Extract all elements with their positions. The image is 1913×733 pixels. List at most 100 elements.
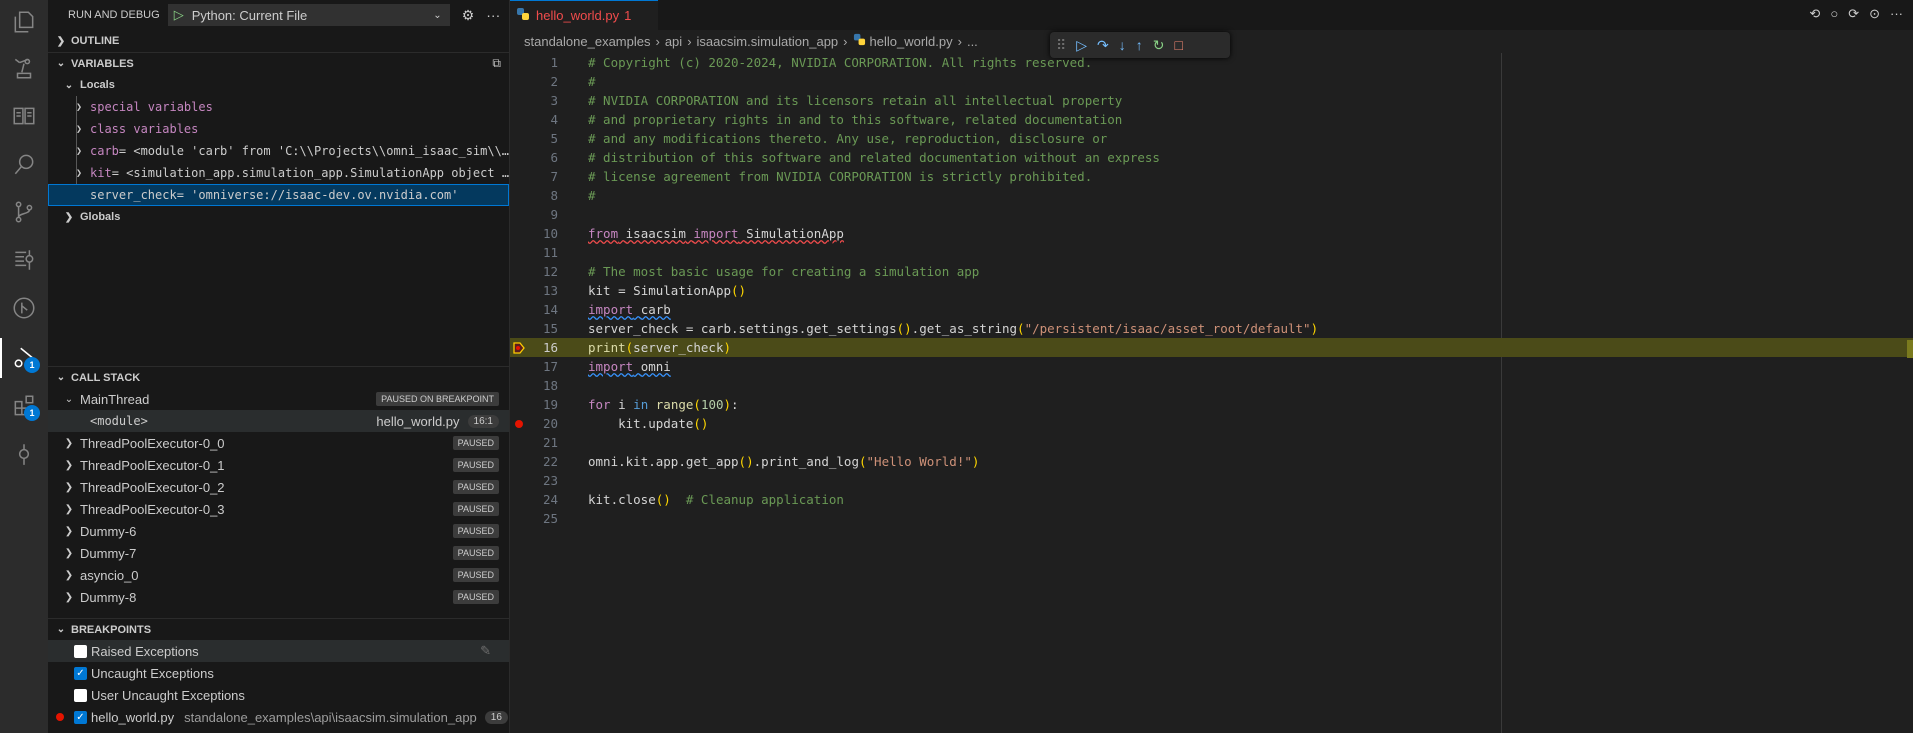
go-back-icon[interactable]: ⟲ bbox=[1809, 6, 1820, 22]
code-line[interactable]: 20 kit.update() bbox=[510, 414, 1913, 433]
variable-row[interactable]: ❯ class variables bbox=[48, 118, 509, 140]
more-actions-icon[interactable]: ··· bbox=[486, 7, 500, 23]
breadcrumb-item[interactable]: ... bbox=[967, 34, 978, 49]
thread-row[interactable]: ❯ThreadPoolExecutor-0_0PAUSED bbox=[48, 432, 509, 454]
testing-icon[interactable] bbox=[0, 240, 48, 280]
book-icon[interactable] bbox=[0, 96, 48, 136]
code-line[interactable]: 8# bbox=[510, 186, 1913, 205]
code-line[interactable]: 2# bbox=[510, 72, 1913, 91]
checkbox[interactable] bbox=[74, 645, 87, 658]
file-breakpoint-row[interactable]: ✓hello_world.pystandalone_examples\api\i… bbox=[48, 728, 509, 733]
variables-section-header[interactable]: ⌄ VARIABLES ⧉ bbox=[48, 52, 509, 74]
line-number: 18 bbox=[510, 378, 558, 393]
extensions-icon[interactable]: 1 bbox=[0, 386, 48, 426]
stop-icon[interactable]: □ bbox=[1175, 37, 1183, 53]
go-forward-icon[interactable]: ⟳ bbox=[1848, 6, 1859, 22]
code-line[interactable]: 5# and any modifications thereto. Any us… bbox=[510, 129, 1913, 148]
current-breakpoint-icon[interactable] bbox=[513, 342, 525, 354]
gear-icon[interactable]: ⚙ bbox=[462, 7, 475, 24]
code-line[interactable]: 3# NVIDIA CORPORATION and its licensors … bbox=[510, 91, 1913, 110]
code-line[interactable]: 1# Copyright (c) 2020-2024, NVIDIA CORPO… bbox=[510, 53, 1913, 72]
stack-frame-row[interactable]: <module> hello_world.py 16:1 bbox=[48, 410, 509, 432]
code-line[interactable]: 7# license agreement from NVIDIA CORPORA… bbox=[510, 167, 1913, 186]
checkbox[interactable]: ✓ bbox=[74, 711, 87, 724]
breakpoints-section-header[interactable]: ⌄ BREAKPOINTS bbox=[48, 618, 509, 640]
drag-handle-icon[interactable]: ⠿ bbox=[1056, 37, 1066, 54]
code-line[interactable]: 24kit.close() # Cleanup application bbox=[510, 490, 1913, 509]
chevron-down-icon: ⌄ bbox=[433, 10, 441, 21]
chevron-right-icon: ❯ bbox=[62, 570, 76, 581]
variables-empty-space bbox=[48, 228, 509, 366]
code-line[interactable]: 15server_check = carb.settings.get_setti… bbox=[510, 319, 1913, 338]
thread-row[interactable]: ❯ThreadPoolExecutor-0_3PAUSED bbox=[48, 498, 509, 520]
thread-row[interactable]: ❯ThreadPoolExecutor-0_2PAUSED bbox=[48, 476, 509, 498]
variable-row[interactable]: ❯ carb = <module 'carb' from 'C:\\Projec… bbox=[48, 140, 509, 162]
search-icon[interactable] bbox=[0, 144, 48, 184]
commit-icon[interactable] bbox=[0, 434, 48, 474]
code-line[interactable]: 4# and proprietary rights in and to this… bbox=[510, 110, 1913, 129]
variable-row[interactable]: ❯ kit = <simulation_app.simulation_app.S… bbox=[48, 162, 509, 184]
step-out-icon[interactable]: ↑ bbox=[1136, 37, 1143, 53]
robot-arm-icon[interactable] bbox=[0, 48, 48, 88]
step-over-icon[interactable]: ↷ bbox=[1097, 37, 1109, 54]
code-line[interactable]: 10from isaacsim import SimulationApp bbox=[510, 224, 1913, 243]
git-graph-icon[interactable] bbox=[0, 288, 48, 328]
breadcrumb-item[interactable]: api bbox=[665, 34, 682, 49]
code-line[interactable]: 6# distribution of this software and rel… bbox=[510, 148, 1913, 167]
timeline-icon[interactable]: ○ bbox=[1830, 6, 1838, 22]
start-debugging-icon[interactable]: ▷ bbox=[174, 7, 184, 23]
more-actions-icon[interactable]: ··· bbox=[1890, 6, 1903, 22]
code-line[interactable]: 11 bbox=[510, 243, 1913, 262]
thread-row[interactable]: ❯asyncio_0PAUSED bbox=[48, 564, 509, 586]
breakpoint-icon[interactable] bbox=[513, 418, 525, 430]
chevron-right-icon: ❯ bbox=[62, 460, 76, 471]
globals-scope[interactable]: ❯ Globals bbox=[48, 206, 509, 228]
code-line[interactable]: 25 bbox=[510, 509, 1913, 528]
continue-icon[interactable]: ▷ bbox=[1076, 37, 1087, 54]
thread-row[interactable]: ❯Dummy-7PAUSED bbox=[48, 542, 509, 564]
chevron-right-icon: ❯ bbox=[72, 168, 86, 179]
code-line[interactable]: 12# The most basic usage for creating a … bbox=[510, 262, 1913, 281]
code-line[interactable]: 21 bbox=[510, 433, 1913, 452]
breadcrumb-item[interactable]: hello_world.py bbox=[870, 34, 953, 49]
code-line[interactable]: 16print(server_check) bbox=[510, 338, 1913, 357]
code-line[interactable]: 13kit = SimulationApp() bbox=[510, 281, 1913, 300]
exception-breakpoint-row[interactable]: Raised Exceptions✎ bbox=[48, 640, 509, 662]
code-editor[interactable]: 1# Copyright (c) 2020-2024, NVIDIA CORPO… bbox=[510, 53, 1913, 528]
thread-row[interactable]: ❯ThreadPoolExecutor-0_1PAUSED bbox=[48, 454, 509, 476]
edit-condition-icon[interactable]: ✎ bbox=[480, 643, 491, 659]
exception-breakpoint-row[interactable]: ✓Uncaught Exceptions bbox=[48, 662, 509, 684]
code-line[interactable]: 23 bbox=[510, 471, 1913, 490]
step-into-icon[interactable]: ↓ bbox=[1119, 37, 1126, 53]
checkbox[interactable] bbox=[74, 689, 87, 702]
breadcrumb-item[interactable]: standalone_examples bbox=[524, 34, 650, 49]
locals-scope[interactable]: ⌄ Locals bbox=[48, 74, 509, 96]
code-line[interactable]: 9 bbox=[510, 205, 1913, 224]
code-line[interactable]: 18 bbox=[510, 376, 1913, 395]
thread-list: ❯ThreadPoolExecutor-0_0PAUSED❯ThreadPool… bbox=[48, 432, 509, 608]
code-line[interactable]: 19for i in range(100): bbox=[510, 395, 1913, 414]
variable-row[interactable]: ❯ special variables bbox=[48, 96, 509, 118]
code-line[interactable]: 22omni.kit.app.get_app().print_and_log("… bbox=[510, 452, 1913, 471]
launch-config-dropdown[interactable]: ▷ Python: Current File ⌄ bbox=[168, 4, 450, 26]
file-breakpoint-row[interactable]: ✓hello_world.pystandalone_examples\api\i… bbox=[48, 706, 509, 728]
exception-breakpoint-row[interactable]: User Uncaught Exceptions bbox=[48, 684, 509, 706]
git-graph-icon[interactable]: ⊙ bbox=[1869, 6, 1880, 22]
explorer-icon[interactable] bbox=[0, 2, 48, 42]
code-line[interactable]: 14import carb bbox=[510, 300, 1913, 319]
thread-row[interactable]: ❯Dummy-8PAUSED bbox=[48, 586, 509, 608]
debug-icon[interactable]: 1 bbox=[0, 338, 48, 378]
variable-row-selected[interactable]: server_check = 'omniverse://isaac-dev.ov… bbox=[48, 184, 509, 206]
collapse-all-icon[interactable]: ⧉ bbox=[492, 56, 501, 71]
restart-icon[interactable]: ↻ bbox=[1153, 37, 1165, 54]
breadcrumb-item[interactable]: isaacsim.simulation_app bbox=[697, 34, 839, 49]
outline-section-header[interactable]: ❯ OUTLINE bbox=[48, 30, 509, 52]
call-stack-section-header[interactable]: ⌄ CALL STACK bbox=[48, 366, 509, 388]
code-line[interactable]: 17import omni bbox=[510, 357, 1913, 376]
checkbox[interactable]: ✓ bbox=[74, 667, 87, 680]
scrollbar-current-line-marker[interactable] bbox=[1907, 340, 1913, 358]
tab-hello-world[interactable]: hello_world.py 1 bbox=[510, 0, 658, 30]
main-thread-row[interactable]: ⌄ MainThread PAUSED ON BREAKPOINT bbox=[48, 388, 509, 410]
source-control-icon[interactable] bbox=[0, 192, 48, 232]
thread-row[interactable]: ❯Dummy-6PAUSED bbox=[48, 520, 509, 542]
